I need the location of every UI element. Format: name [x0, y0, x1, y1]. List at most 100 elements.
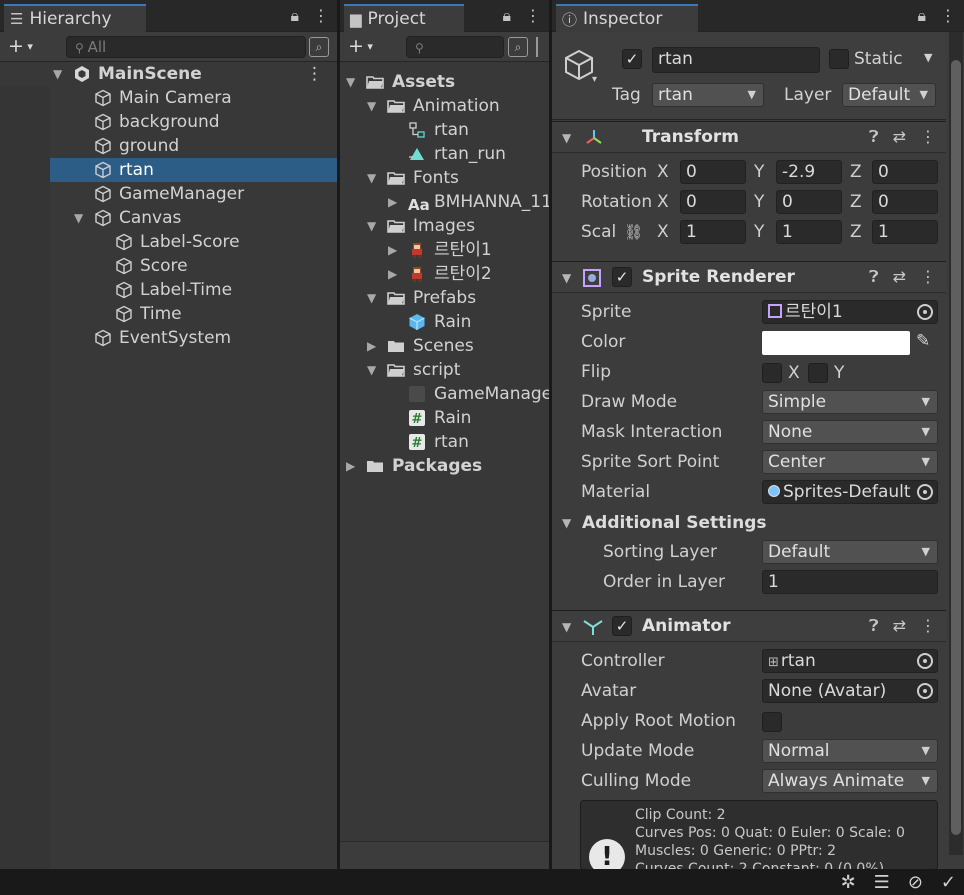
constrain-proportions-icon[interactable]: ⛓: [624, 223, 643, 241]
expanded-arrow-icon[interactable]: ▼: [74, 206, 83, 230]
order-in-layer-field[interactable]: 1: [762, 570, 938, 594]
eyedropper-icon[interactable]: ✎: [916, 331, 930, 351]
lock-icon[interactable]: 🔒︎: [917, 6, 926, 26]
project-item[interactable]: ▶ Packages: [340, 454, 549, 478]
sprite-renderer-header[interactable]: ▼ ✓ Sprite Renderer ❓︎ ⇄ ⋮: [552, 261, 946, 293]
layer-dropdown[interactable]: Default ▼: [842, 83, 936, 107]
project-item[interactable]: rtan_run: [340, 142, 549, 166]
hierarchy-item[interactable]: background: [0, 110, 337, 134]
sprite-field[interactable]: 르탄이1: [762, 300, 938, 324]
more-menu-icon[interactable]: ⋮: [313, 6, 329, 26]
hierarchy-item[interactable]: GameManager: [0, 182, 337, 206]
controller-field[interactable]: ⊞ rtan: [762, 649, 938, 673]
preset-icon[interactable]: ⇄: [893, 267, 906, 287]
hierarchy-item[interactable]: ▼ MainScene ⋮: [0, 62, 337, 86]
animator-enabled-checkbox[interactable]: ✓: [612, 616, 632, 636]
gameobject-cube-icon[interactable]: [562, 48, 596, 82]
sprite-sort-point-dropdown[interactable]: Center ▼: [762, 450, 938, 474]
tag-dropdown[interactable]: rtan ▼: [652, 83, 764, 107]
draw-mode-dropdown[interactable]: Simple ▼: [762, 390, 938, 414]
expanded-arrow-icon[interactable]: ▼: [367, 214, 376, 238]
sprite-renderer-enabled-checkbox[interactable]: ✓: [612, 267, 632, 287]
project-search-input[interactable]: ⚲: [406, 36, 504, 58]
tab-inspector[interactable]: ⓘ Inspector: [556, 4, 698, 32]
project-item[interactable]: ▼ Prefabs: [340, 286, 549, 310]
create-asset-button[interactable]: + ▾: [348, 35, 373, 57]
expanded-arrow-icon[interactable]: ▼: [367, 358, 376, 382]
scrollbar-thumb[interactable]: [951, 60, 961, 835]
auto-generate-lighting-icon[interactable]: ⊘: [908, 872, 923, 893]
database-icon[interactable]: ☰: [874, 872, 890, 893]
more-menu-icon[interactable]: ⋮: [920, 616, 936, 636]
project-item[interactable]: # Rain: [340, 406, 549, 430]
flip-x-checkbox[interactable]: [762, 363, 782, 383]
static-checkbox[interactable]: [829, 49, 849, 69]
position-y-field[interactable]: -2.9: [776, 160, 842, 184]
more-menu-icon[interactable]: ⋮: [940, 6, 956, 26]
project-item[interactable]: ▼ Assets: [340, 70, 549, 94]
expanded-arrow-icon[interactable]: ▼: [367, 286, 376, 310]
more-menu-icon[interactable]: ⋮: [525, 6, 541, 26]
help-icon[interactable]: ❓︎: [869, 267, 879, 287]
hierarchy-item[interactable]: Label-Time: [0, 278, 337, 302]
sorting-layer-dropdown[interactable]: Default ▼: [762, 540, 938, 564]
hierarchy-item[interactable]: Label-Score: [0, 230, 337, 254]
hierarchy-item[interactable]: Main Camera: [0, 86, 337, 110]
object-name-field[interactable]: rtan: [652, 47, 820, 73]
project-item[interactable]: ▶ 르탄이1: [340, 238, 549, 262]
tab-hierarchy[interactable]: ☰ Hierarchy: [4, 4, 146, 32]
search-by-type-button[interactable]: ⌕: [508, 37, 528, 57]
project-item[interactable]: ▼ Fonts: [340, 166, 549, 190]
material-field[interactable]: Sprites-Default: [762, 480, 938, 504]
object-picker-icon[interactable]: [917, 653, 933, 669]
hierarchy-item[interactable]: ground: [0, 134, 337, 158]
create-button[interactable]: + ▾: [8, 35, 33, 57]
scene-search-button[interactable]: ⌕: [309, 37, 329, 57]
project-item[interactable]: ▶ Scenes: [340, 334, 549, 358]
update-mode-dropdown[interactable]: Normal ▼: [762, 739, 938, 763]
collapse-arrow-icon[interactable]: ▼: [562, 271, 571, 285]
position-x-field[interactable]: 0: [680, 160, 746, 184]
help-icon[interactable]: ❓︎: [869, 616, 879, 636]
project-item[interactable]: rtan: [340, 118, 549, 142]
project-item[interactable]: Rain: [340, 310, 549, 334]
apply-root-motion-checkbox[interactable]: [762, 712, 782, 732]
hierarchy-item[interactable]: Time: [0, 302, 337, 326]
project-item[interactable]: ▼ Images: [340, 214, 549, 238]
collapse-arrow-icon[interactable]: ▼: [562, 620, 571, 634]
project-item[interactable]: # rtan: [340, 430, 549, 454]
scale-x-field[interactable]: 1: [680, 220, 746, 244]
tab-project[interactable]: ▆ Project: [344, 4, 464, 32]
collapsed-arrow-icon[interactable]: ▶: [346, 454, 355, 478]
flip-y-checkbox[interactable]: [808, 363, 828, 383]
color-swatch[interactable]: [762, 331, 910, 355]
static-dropdown-caret[interactable]: ▼: [924, 51, 932, 64]
hierarchy-item[interactable]: ▼ Canvas: [0, 206, 337, 230]
object-picker-icon[interactable]: [917, 683, 933, 699]
icon-dropdown-caret[interactable]: ▾: [592, 74, 597, 85]
collapse-arrow-icon[interactable]: ▼: [562, 131, 571, 145]
object-picker-icon[interactable]: [917, 484, 933, 500]
collapse-arrow-icon[interactable]: ▼: [562, 516, 571, 530]
expanded-arrow-icon[interactable]: ▼: [53, 62, 62, 86]
mask-interaction-dropdown[interactable]: None ▼: [762, 420, 938, 444]
rotation-x-field[interactable]: 0: [680, 190, 746, 214]
collapsed-arrow-icon[interactable]: ▶: [367, 334, 376, 358]
transform-header[interactable]: ▼ Transform ❓︎ ⇄ ⋮: [552, 121, 946, 153]
hierarchy-item[interactable]: rtan: [0, 158, 337, 182]
project-item[interactable]: GameManager: [340, 382, 549, 406]
collapsed-arrow-icon[interactable]: ▶: [388, 238, 397, 262]
collapsed-arrow-icon[interactable]: ▶: [388, 190, 397, 214]
expanded-arrow-icon[interactable]: ▼: [367, 94, 376, 118]
more-menu-icon[interactable]: ⋮: [306, 62, 323, 86]
active-checkbox[interactable]: ✓: [622, 49, 642, 69]
collapsed-arrow-icon[interactable]: ▶: [388, 262, 397, 286]
lock-icon[interactable]: 🔒︎: [290, 6, 299, 26]
preset-icon[interactable]: ⇄: [893, 127, 906, 147]
progress-check-icon[interactable]: ✓: [941, 872, 956, 893]
rotation-z-field[interactable]: 0: [872, 190, 938, 214]
project-item[interactable]: ▶ 르탄이2: [340, 262, 549, 286]
more-menu-icon[interactable]: ⋮: [920, 127, 936, 147]
additional-settings-row[interactable]: ▼ Additional Settings: [552, 509, 946, 539]
help-icon[interactable]: ❓︎: [869, 127, 879, 147]
